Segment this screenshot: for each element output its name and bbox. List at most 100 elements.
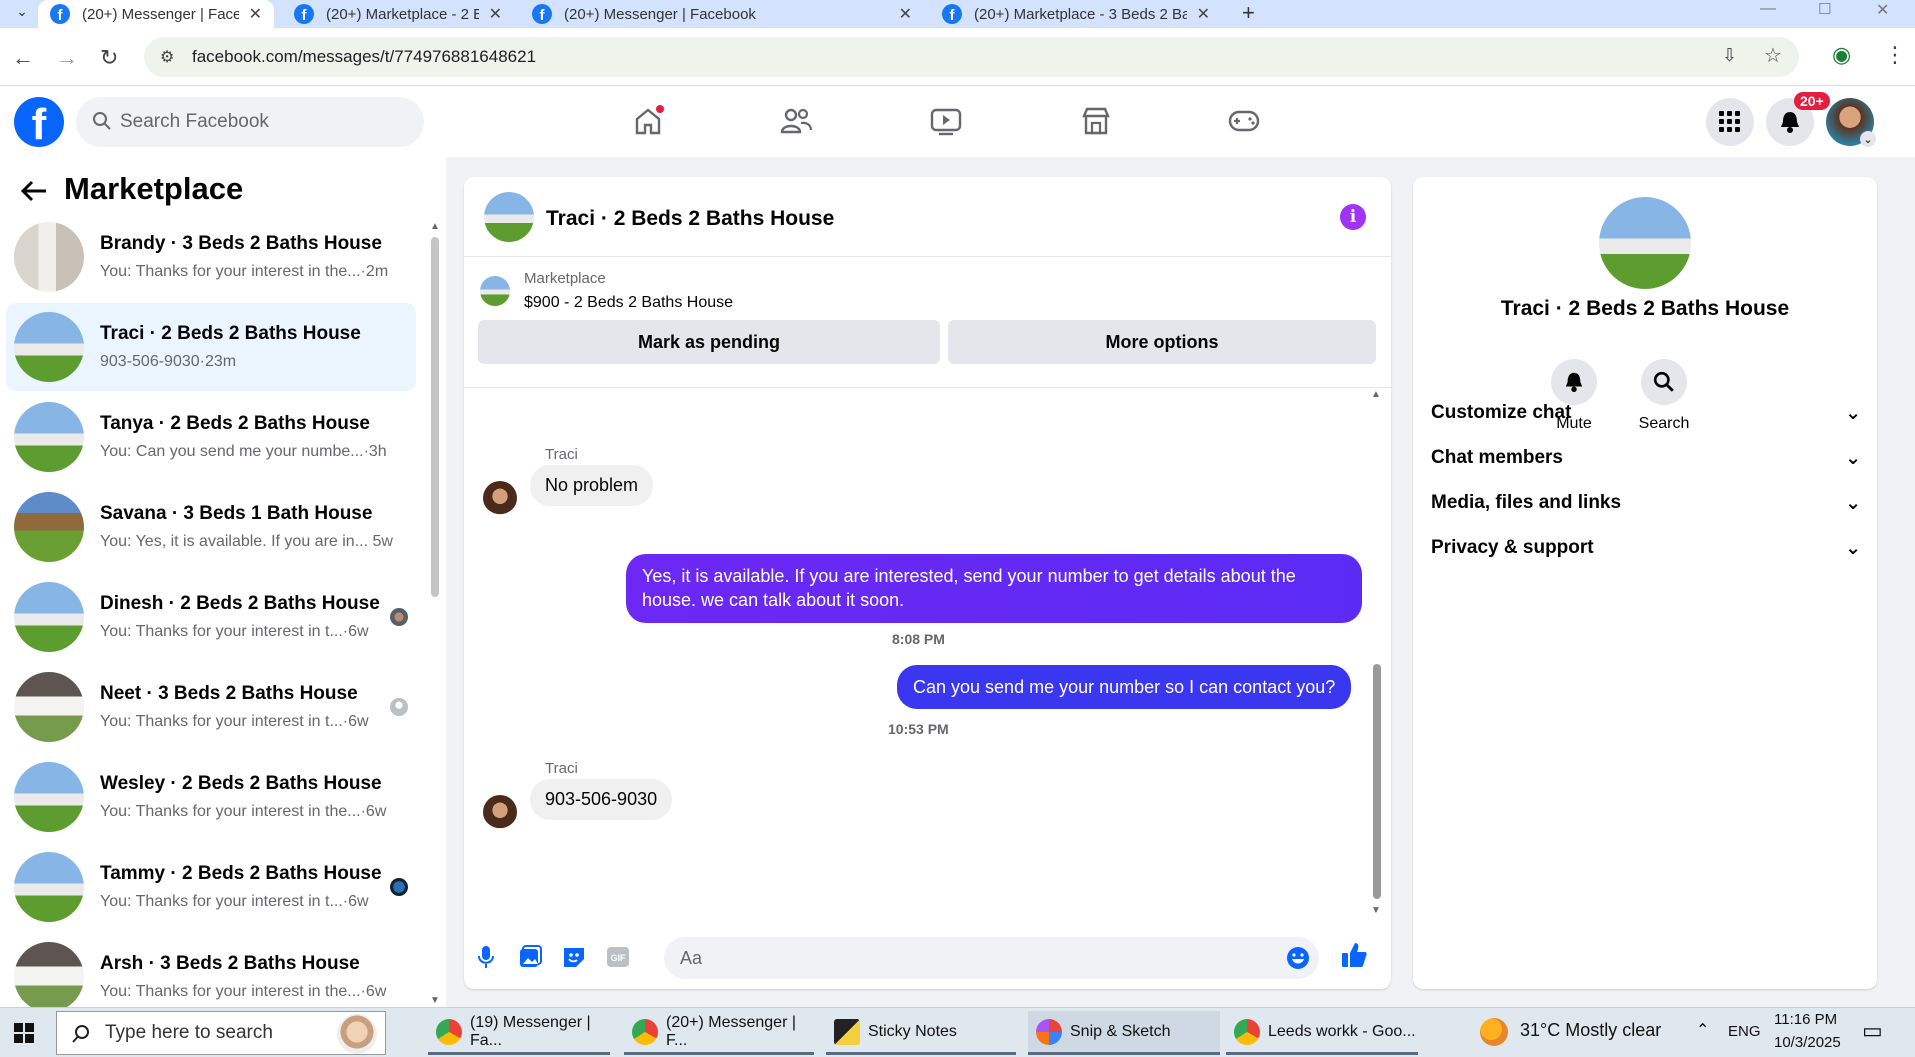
scrollbar-thumb[interactable] xyxy=(1373,664,1381,899)
scroll-down-arrow-icon[interactable]: ▼ xyxy=(430,995,440,1006)
language-indicator[interactable]: ENG xyxy=(1728,1023,1761,1040)
account-chevron-down-icon[interactable]: ⌄ xyxy=(1860,131,1876,147)
close-tab-icon[interactable]: ✕ xyxy=(899,4,912,24)
facebook-logo-icon[interactable]: f xyxy=(14,97,64,147)
friends-nav-button[interactable] xyxy=(776,101,816,141)
marketplace-nav-button[interactable] xyxy=(1076,101,1116,141)
thumbs-up-icon xyxy=(1342,943,1367,967)
taskbar-app-label: Snip & Sketch xyxy=(1070,1022,1171,1040)
chat-members-section[interactable]: Chat members ⌄ xyxy=(1431,438,1861,478)
privacy-support-section[interactable]: Privacy & support ⌄ xyxy=(1431,528,1861,568)
tray-chevron-up-icon[interactable]: ⌃ xyxy=(1696,1020,1709,1040)
browser-tab-3[interactable]: f (20+) Messenger | Facebook ✕ xyxy=(520,0,924,28)
scroll-down-arrow-icon[interactable]: ▼ xyxy=(1371,905,1381,916)
outgoing-message[interactable]: Yes, it is available. If you are interes… xyxy=(626,554,1362,623)
sticker-button[interactable] xyxy=(560,943,588,971)
clock-date[interactable]: 10/3/2025 xyxy=(1774,1034,1841,1051)
sender-avatar[interactable] xyxy=(483,481,517,515)
more-options-button[interactable]: More options xyxy=(948,320,1376,364)
emoji-icon[interactable] xyxy=(1286,946,1310,970)
chat-header: Traci · 2 Beds 2 Baths House i xyxy=(464,177,1391,257)
voice-clip-button[interactable] xyxy=(472,943,500,971)
address-bar[interactable]: ⚙ facebook.com/messages/t/77497688164862… xyxy=(144,37,1799,77)
close-tab-icon[interactable]: ✕ xyxy=(489,4,502,24)
conversation-item[interactable]: Neet · 3 Beds 2 Baths House You: Thanks f… xyxy=(6,663,416,751)
conversation-info-icon[interactable]: i xyxy=(1340,204,1366,230)
tab-search-dropdown-icon[interactable]: ⌄ xyxy=(8,0,36,22)
facebook-header: f Search Facebook 20+ ⌄ xyxy=(0,87,1915,157)
send-like-button[interactable] xyxy=(1340,941,1368,969)
section-label: Customize chat xyxy=(1431,402,1572,423)
seen-avatar xyxy=(390,878,408,896)
back-icon[interactable]: ← xyxy=(12,45,34,71)
taskbar-app-chrome-1[interactable]: (19) Messenger | Fa... xyxy=(428,1011,610,1055)
weather-text[interactable]: 31°C Mostly clear xyxy=(1520,1020,1661,1041)
video-nav-button[interactable] xyxy=(926,101,966,141)
facebook-search-input[interactable]: Search Facebook xyxy=(76,97,424,147)
scroll-up-arrow-icon[interactable]: ▲ xyxy=(1371,389,1381,400)
taskbar-app-chrome-3[interactable]: Leeds workk - Goo... xyxy=(1226,1011,1418,1055)
bookmark-star-icon[interactable]: ☆ xyxy=(1764,43,1782,68)
listing-thumbnail xyxy=(14,852,84,922)
message-thread-scrollbar[interactable]: ▲ ▼ xyxy=(1369,389,1385,919)
media-files-links-section[interactable]: Media, files and links ⌄ xyxy=(1431,483,1861,523)
mark-as-pending-button[interactable]: Mark as pending xyxy=(478,320,940,364)
back-arrow-icon[interactable] xyxy=(20,179,48,203)
chat-listing-thumbnail[interactable] xyxy=(484,192,534,242)
section-label: Chat members xyxy=(1431,447,1563,468)
maximize-window-icon[interactable]: ☐ xyxy=(1818,0,1831,18)
attach-photo-button[interactable] xyxy=(516,943,544,971)
listing-price-title[interactable]: $900 - 2 Beds 2 Baths House xyxy=(524,294,733,312)
incoming-message[interactable]: 903-506-9030 xyxy=(530,779,673,820)
conversation-list-scrollbar[interactable]: ▲ ▼ xyxy=(430,221,440,1007)
outgoing-message[interactable]: Can you send me your number so I can con… xyxy=(897,665,1352,710)
conversation-item[interactable]: Savana · 3 Beds 1 Bath House You: Yes, it… xyxy=(6,483,416,571)
conversation-item[interactable]: Tammy · 2 Beds 2 Baths House You: Thanks … xyxy=(6,843,416,931)
browser-menu-icon[interactable]: ⋮ xyxy=(1884,42,1906,68)
clock-time[interactable]: 11:16 PM xyxy=(1774,1011,1837,1028)
profile-icon[interactable]: ◉ xyxy=(1832,42,1851,68)
forward-icon[interactable]: → xyxy=(56,45,78,71)
scrollbar-thumb[interactable] xyxy=(431,237,439,597)
install-app-icon[interactable]: ⇩ xyxy=(1722,45,1737,66)
customize-chat-section[interactable]: Customize chat ⌄ xyxy=(1431,393,1861,433)
notification-count-badge: 20+ xyxy=(1794,92,1830,110)
sender-avatar[interactable] xyxy=(483,795,517,829)
conversation-preview: You: Yes, it is available. If you are in… xyxy=(100,533,393,550)
info-listing-thumbnail[interactable] xyxy=(1599,197,1691,289)
windows-start-icon[interactable] xyxy=(14,1023,34,1043)
gaming-nav-button[interactable] xyxy=(1224,101,1264,141)
taskbar-app-chrome-2[interactable]: (20+) Messenger | F... xyxy=(624,1011,814,1055)
close-tab-icon[interactable]: ✕ xyxy=(249,4,262,24)
new-tab-icon[interactable]: + xyxy=(1242,0,1255,26)
browser-tab-4[interactable]: f (20+) Marketplace - 3 Beds 2 Ba ✕ xyxy=(930,0,1222,28)
close-tab-icon[interactable]: ✕ xyxy=(1197,4,1210,24)
incoming-message[interactable]: No problem xyxy=(530,465,654,506)
conversation-item[interactable]: Tanya · 2 Beds 2 Baths House You: Can you… xyxy=(6,393,416,481)
gif-button[interactable]: GIF xyxy=(604,943,632,971)
taskbar-search-input[interactable]: Type here to search xyxy=(56,1011,386,1055)
conversation-item[interactable]: Dinesh · 2 Beds 2 Baths House You: Thanks… xyxy=(6,573,416,661)
browser-tab-1[interactable]: f (20+) Messenger | Facebook ✕ xyxy=(38,0,274,28)
home-nav-button[interactable] xyxy=(628,101,668,141)
reload-icon[interactable]: ↻ xyxy=(100,45,118,71)
facebook-favicon-icon: f xyxy=(532,4,552,24)
conversation-item-selected[interactable]: Traci · 2 Beds 2 Baths House 903-506-9030… xyxy=(6,303,416,391)
conversation-name: Neet · 3 Beds 2 Baths House xyxy=(100,683,358,704)
close-window-icon[interactable]: ✕ xyxy=(1876,0,1889,20)
menu-button[interactable] xyxy=(1706,98,1754,146)
taskbar-app-sticky-notes[interactable]: Sticky Notes xyxy=(826,1011,1016,1055)
conversation-item[interactable]: Wesley · 2 Beds 2 Baths House You: Thanks… xyxy=(6,753,416,841)
site-info-icon[interactable]: ⚙ xyxy=(160,47,174,67)
scroll-up-arrow-icon[interactable]: ▲ xyxy=(430,221,440,232)
windows-taskbar: Type here to search (19) Messenger | Fa.… xyxy=(0,1007,1915,1057)
conversation-preview: You: Thanks for your interest in the...·… xyxy=(100,803,387,820)
facebook-favicon-icon: f xyxy=(50,4,70,24)
minimize-window-icon[interactable]: — xyxy=(1760,0,1776,18)
taskbar-app-snip-sketch[interactable]: Snip & Sketch xyxy=(1028,1011,1220,1055)
chat-title[interactable]: Traci · 2 Beds 2 Baths House xyxy=(546,207,834,231)
browser-tab-2[interactable]: f (20+) Marketplace - 2 Beds 2 Ba ✕ xyxy=(282,0,514,28)
notification-center-icon[interactable]: ▭ xyxy=(1862,1018,1883,1044)
message-input[interactable]: Aa xyxy=(664,937,1319,979)
conversation-item[interactable]: Brandy · 3 Beds 2 Baths House You: Thanks… xyxy=(6,213,416,301)
